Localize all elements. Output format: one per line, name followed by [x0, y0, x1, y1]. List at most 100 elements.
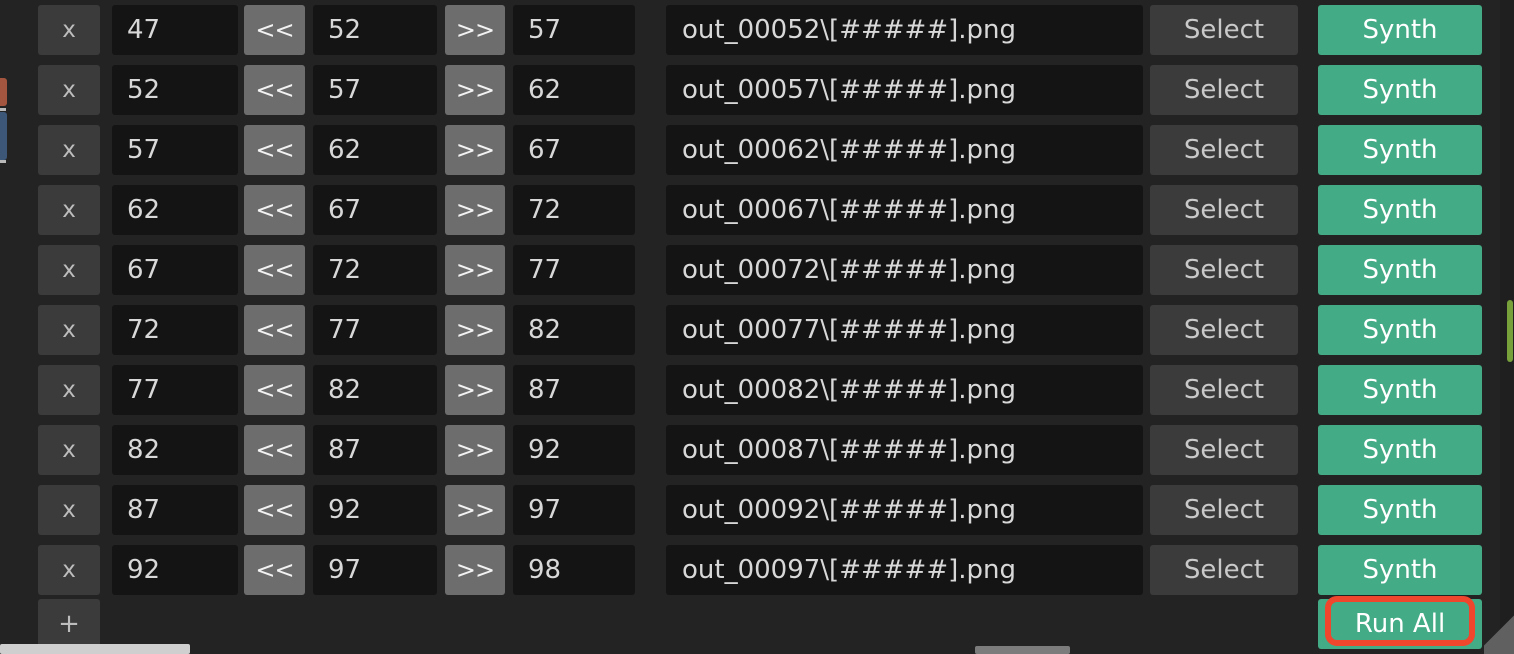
current-frame-input[interactable]: 72: [313, 245, 437, 295]
output-filename-input[interactable]: out_00087\[#####].png: [666, 425, 1143, 475]
end-frame-input[interactable]: 67: [513, 125, 635, 175]
select-file-button[interactable]: Select: [1150, 65, 1298, 115]
step-back-button[interactable]: <<: [244, 425, 305, 475]
delete-row-button[interactable]: x: [38, 65, 100, 115]
start-frame-input[interactable]: 57: [112, 125, 238, 175]
end-frame-input[interactable]: 82: [513, 305, 635, 355]
select-file-button[interactable]: Select: [1150, 425, 1298, 475]
current-frame-input[interactable]: 97: [313, 545, 437, 595]
select-file-button[interactable]: Select: [1150, 5, 1298, 55]
synth-button[interactable]: Synth: [1318, 485, 1482, 535]
step-forward-button[interactable]: >>: [445, 305, 505, 355]
output-filename-input[interactable]: out_00097\[#####].png: [666, 545, 1143, 595]
synth-button[interactable]: Synth: [1318, 245, 1482, 295]
delete-row-button[interactable]: x: [38, 425, 100, 475]
run-all-button[interactable]: Run All: [1318, 599, 1482, 649]
step-forward-button[interactable]: >>: [445, 5, 505, 55]
current-frame-input[interactable]: 92: [313, 485, 437, 535]
select-file-button[interactable]: Select: [1150, 545, 1298, 595]
end-frame-input[interactable]: 92: [513, 425, 635, 475]
step-back-button[interactable]: <<: [244, 65, 305, 115]
delete-row-button[interactable]: x: [38, 245, 100, 295]
step-back-button[interactable]: <<: [244, 305, 305, 355]
synth-button[interactable]: Synth: [1318, 65, 1482, 115]
step-forward-button[interactable]: >>: [445, 485, 505, 535]
select-file-button[interactable]: Select: [1150, 125, 1298, 175]
output-filename-input[interactable]: out_00052\[#####].png: [666, 5, 1143, 55]
step-forward-button[interactable]: >>: [445, 425, 505, 475]
current-frame-input[interactable]: 77: [313, 305, 437, 355]
vertical-scrollbar-thumb[interactable]: [1507, 300, 1513, 362]
synth-button[interactable]: Synth: [1318, 5, 1482, 55]
current-frame-input[interactable]: 57: [313, 65, 437, 115]
start-frame-input[interactable]: 47: [112, 5, 238, 55]
output-filename-input[interactable]: out_00072\[#####].png: [666, 245, 1143, 295]
synth-button[interactable]: Synth: [1318, 305, 1482, 355]
add-row-button[interactable]: +: [38, 599, 100, 649]
synth-button[interactable]: Synth: [1318, 185, 1482, 235]
delete-row-button[interactable]: x: [38, 305, 100, 355]
start-frame-input[interactable]: 82: [112, 425, 238, 475]
resize-grip-icon[interactable]: [1484, 612, 1514, 654]
start-frame-input[interactable]: 62: [112, 185, 238, 235]
end-frame-input[interactable]: 72: [513, 185, 635, 235]
step-forward-button[interactable]: >>: [445, 545, 505, 595]
end-frame-input[interactable]: 87: [513, 365, 635, 415]
step-back-button[interactable]: <<: [244, 485, 305, 535]
step-forward-button[interactable]: >>: [445, 365, 505, 415]
output-filename-input[interactable]: out_00062\[#####].png: [666, 125, 1143, 175]
select-file-button[interactable]: Select: [1150, 485, 1298, 535]
current-frame-input[interactable]: 67: [313, 185, 437, 235]
delete-row-button[interactable]: x: [38, 485, 100, 535]
output-filename-input[interactable]: out_00092\[#####].png: [666, 485, 1143, 535]
delete-row-button[interactable]: x: [38, 545, 100, 595]
synth-button[interactable]: Synth: [1318, 545, 1482, 595]
output-filename-input[interactable]: out_00057\[#####].png: [666, 65, 1143, 115]
vertical-scrollbar-track[interactable]: [1500, 0, 1514, 640]
start-frame-input[interactable]: 67: [112, 245, 238, 295]
step-forward-button[interactable]: >>: [445, 245, 505, 295]
select-file-button[interactable]: Select: [1150, 365, 1298, 415]
step-forward-button[interactable]: >>: [445, 185, 505, 235]
delete-row-button[interactable]: x: [38, 5, 100, 55]
output-filename-input[interactable]: out_00082\[#####].png: [666, 365, 1143, 415]
step-back-button[interactable]: <<: [244, 185, 305, 235]
select-file-button[interactable]: Select: [1150, 305, 1298, 355]
delete-row-button[interactable]: x: [38, 185, 100, 235]
output-filename-input[interactable]: out_00067\[#####].png: [666, 185, 1143, 235]
start-frame-input[interactable]: 92: [112, 545, 238, 595]
current-frame-input[interactable]: 87: [313, 425, 437, 475]
step-back-button[interactable]: <<: [244, 545, 305, 595]
end-frame-input[interactable]: 77: [513, 245, 635, 295]
end-frame-input[interactable]: 97: [513, 485, 635, 535]
table-row: x 47 << 52 >> 57 out_00052\[#####].png Select Sy…: [0, 0, 1514, 60]
step-back-button[interactable]: <<: [244, 365, 305, 415]
step-back-button[interactable]: <<: [244, 245, 305, 295]
table-row: x 77 << 82 >> 87 out_00082\[#####].png Select Sy…: [0, 360, 1514, 420]
step-forward-button[interactable]: >>: [445, 65, 505, 115]
current-frame-input[interactable]: 82: [313, 365, 437, 415]
start-frame-input[interactable]: 72: [112, 305, 238, 355]
select-file-button[interactable]: Select: [1150, 185, 1298, 235]
step-forward-button[interactable]: >>: [445, 125, 505, 175]
start-frame-input[interactable]: 77: [112, 365, 238, 415]
step-back-button[interactable]: <<: [244, 5, 305, 55]
end-frame-input[interactable]: 57: [513, 5, 635, 55]
synth-button[interactable]: Synth: [1318, 125, 1482, 175]
horizontal-scrollbar-thumb-center[interactable]: [975, 646, 1070, 654]
delete-row-button[interactable]: x: [38, 365, 100, 415]
output-filename-input[interactable]: out_00077\[#####].png: [666, 305, 1143, 355]
current-frame-input[interactable]: 52: [313, 5, 437, 55]
step-back-button[interactable]: <<: [244, 125, 305, 175]
start-frame-input[interactable]: 52: [112, 65, 238, 115]
synth-button[interactable]: Synth: [1318, 425, 1482, 475]
horizontal-scrollbar-thumb-left[interactable]: [0, 644, 190, 654]
table-row: x 62 << 67 >> 72 out_00067\[#####].png Select Sy…: [0, 180, 1514, 240]
end-frame-input[interactable]: 62: [513, 65, 635, 115]
select-file-button[interactable]: Select: [1150, 245, 1298, 295]
end-frame-input[interactable]: 98: [513, 545, 635, 595]
current-frame-input[interactable]: 62: [313, 125, 437, 175]
delete-row-button[interactable]: x: [38, 125, 100, 175]
synth-button[interactable]: Synth: [1318, 365, 1482, 415]
start-frame-input[interactable]: 87: [112, 485, 238, 535]
